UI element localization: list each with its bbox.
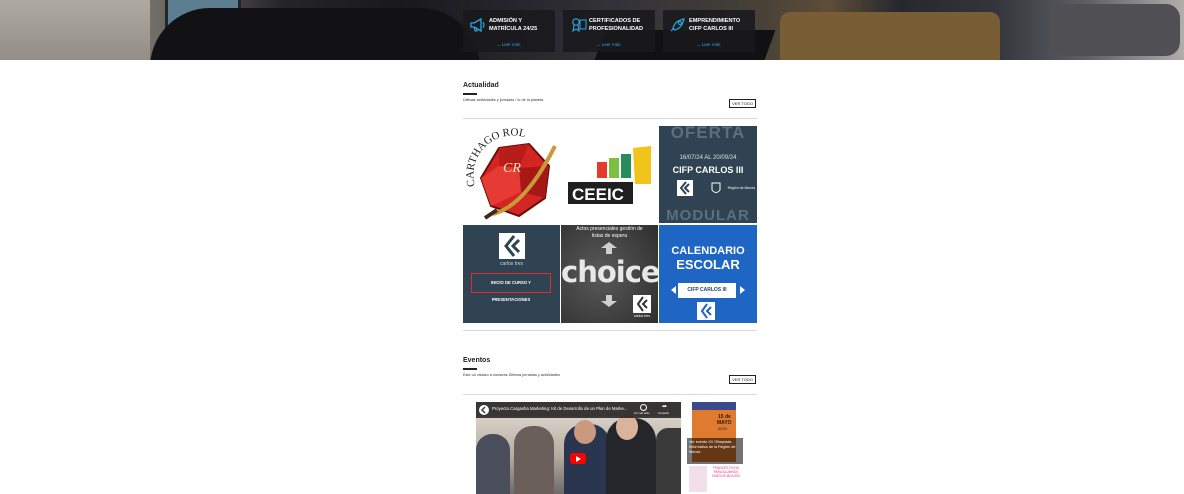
calendario-line2: ESCOLAR (676, 257, 740, 272)
oferta-bottom-text: MODULAR (666, 207, 750, 223)
inicio-brand: carlos tres (499, 261, 524, 267)
calendario-badge: CIFP CARLOS III (678, 283, 736, 298)
hero-card-read-more-link[interactable]: → Leer más (596, 42, 621, 47)
event-thumb-caption[interactable]: Ver evento XV Olimpiada Informática de l… (687, 438, 743, 457)
carlos-tres-logo-icon (499, 233, 525, 259)
section-title: Eventos (463, 357, 491, 364)
calendario-line1: CALENDARIO (671, 245, 745, 257)
ceeic-logo-text: CEEIC (572, 185, 624, 204)
video-title[interactable]: Proyecto Cargasha Marketing: Kit de Desa… (492, 406, 637, 411)
event-thumb-frances[interactable]: FRANCÉS FICHA PARA ALUMNOS NUEVOS MOCIÓN (687, 464, 743, 494)
carthago-monogram: CR (503, 161, 521, 176)
eventos-header: Eventos Este un vistazo a nuestras Últim… (463, 357, 757, 395)
carlos-tres-logo-icon (633, 295, 651, 313)
watch-later-icon[interactable] (640, 404, 647, 411)
section-title: Actualidad (463, 82, 499, 89)
oferta-top-text: OFERTA (670, 126, 746, 142)
certificate-icon (567, 14, 589, 36)
event-thumb-caption-overlay: Ver evento XV Olimpiada Informática de l… (687, 438, 743, 464)
share-icon[interactable]: ➦ (662, 404, 667, 410)
thumb-date-year: 2024 (718, 426, 727, 431)
choice-brand: carlos tres (633, 314, 651, 318)
hero-card-title-line1: ADMISIÓN Y (489, 18, 523, 24)
oferta-school: CIFP CARLOS III (672, 165, 744, 175)
youtube-play-icon[interactable] (570, 453, 586, 464)
carlos-tres-logo-icon (697, 302, 715, 320)
ver-todo-button[interactable]: VER TODO (729, 375, 756, 384)
actualidad-header: Actualidad Últimas actividades y jornada… (463, 82, 757, 119)
hero-card-title-line1: EMPRENDIMIENTO (689, 18, 741, 24)
divider (463, 118, 757, 119)
hero-banner: ADMISIÓN Y MATRÍCULA 24/25 → Leer más CE… (0, 0, 1184, 60)
event-thumb2-text: FRANCÉS FICHA PARA ALUMNOS NUEVOS MOCIÓN (712, 466, 740, 478)
news-tile-calendario-escolar[interactable]: CALENDARIO ESCOLAR CIFP CARLOS III (659, 225, 757, 323)
divider (463, 330, 757, 331)
section-title-underline (463, 368, 477, 370)
hero-card-title-line2: CIFP CARLOS III (689, 26, 734, 32)
hero-card-certificados[interactable]: CERTIFICADOS DE PROFESIONALIDAD → Leer m… (563, 10, 655, 52)
hero-card-title-line2: MATRÍCULA 24/25 (489, 26, 538, 32)
calendario-left-chevron-icon (671, 286, 676, 294)
event-thumbnails: 15 de MAYO 2024 Ver evento XV Olimpiada … (687, 402, 743, 494)
divider (463, 394, 757, 395)
news-grid: CARTHAGO ROL CR CEEIC OFERTA 16/07/24 AL… (463, 126, 757, 323)
hero-card-read-more-link[interactable]: → Leer más (696, 42, 721, 47)
share-label: Compartir (658, 412, 669, 415)
choice-caption-line2: listas de espera (591, 233, 628, 239)
arrow-down-icon (601, 295, 617, 307)
rocket-icon (667, 14, 689, 36)
carlos-tres-logo-icon (677, 180, 693, 196)
inicio-label: INICIO DE CURSO Y PRESENTACIONES (491, 280, 531, 302)
inicio-label-frame: INICIO DE CURSO Y PRESENTACIONES (471, 273, 551, 302)
hero-card-emprendimiento[interactable]: EMPRENDIMIENTO CIFP CARLOS III → Leer má… (663, 10, 755, 52)
news-tile-inicio-curso[interactable]: carlos tres INICIO DE CURSO Y PRESENTACI… (463, 225, 560, 323)
megaphone-icon (467, 14, 489, 36)
carthago-rol-logo-icon: CARTHAGO ROL CR CEEIC (464, 126, 651, 220)
channel-avatar-icon (479, 405, 489, 415)
news-tile-oferta-modular[interactable]: OFERTA 16/07/24 AL 20/09/24 CIFP CARLOS … (659, 126, 757, 223)
calendario-badge-text: CIFP CARLOS III (687, 287, 727, 293)
hero-card-read-more-link[interactable]: → Leer más (496, 42, 521, 47)
event-video-player[interactable]: Proyecto Cargasha Marketing: Kit de Desa… (476, 402, 681, 494)
hero-quick-links: ADMISIÓN Y MATRÍCULA 24/25 → Leer más CE… (463, 10, 757, 52)
news-tile-choice[interactable]: Actos presenciales gestión de listas de … (561, 225, 658, 323)
choice-caption-line1: Actos presenciales gestión de (576, 226, 643, 232)
choice-word: choice (561, 255, 658, 289)
section-subtitle: Últimas actividades y jornadas / lo de l… (463, 98, 544, 102)
oferta-dates: 16/07/24 AL 20/09/24 (679, 155, 737, 161)
hero-card-title-line2: PROFESIONALIDAD (589, 26, 644, 32)
section-title-underline (463, 93, 477, 95)
section-subtitle: Este un vistazo a nuestras Últimas jorna… (463, 373, 560, 377)
ver-todo-button[interactable]: VER TODO (729, 99, 756, 108)
hero-card-title-line1: CERTIFICADOS DE (589, 18, 641, 24)
video-title-bar: Proyecto Cargasha Marketing: Kit de Desa… (476, 402, 681, 418)
calendario-right-chevron-icon (740, 286, 745, 294)
oferta-region: Región de Murcia (727, 186, 755, 190)
watch-later-label: Ver más tarde (634, 412, 650, 415)
arrow-up-icon (601, 242, 617, 254)
news-tile-carthago-ceeic[interactable]: CARTHAGO ROL CR CEEIC (463, 126, 658, 223)
hero-card-admision[interactable]: ADMISIÓN Y MATRÍCULA 24/25 → Leer más (463, 10, 555, 52)
